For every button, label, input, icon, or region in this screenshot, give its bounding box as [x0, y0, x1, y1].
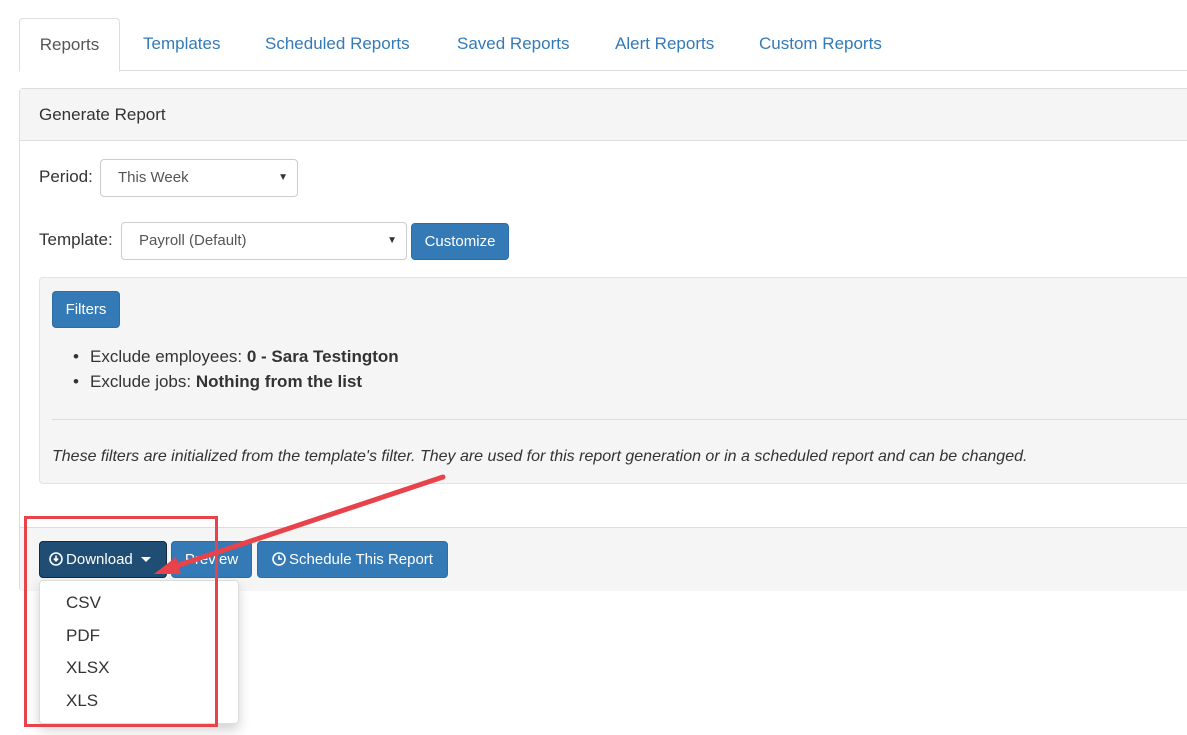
period-select[interactable]: This Week ▼ — [100, 159, 298, 197]
report-tabs: Reports Templates Scheduled Reports Save… — [19, 18, 1187, 72]
preview-button[interactable]: Preview — [171, 541, 252, 578]
menu-item-xlsx[interactable]: XLSX — [40, 652, 238, 684]
caret-down-icon — [140, 557, 151, 562]
clock-icon — [272, 544, 286, 579]
filter-prefix: Exclude employees: — [90, 347, 243, 366]
template-label: Template: — [39, 230, 113, 249]
filter-prefix: Exclude jobs: — [90, 372, 192, 391]
period-label: Period: — [39, 167, 93, 186]
schedule-label: Schedule This Report — [289, 551, 433, 568]
template-select-value: Payroll (Default) — [139, 232, 247, 249]
filters-note: These filters are initialized from the t… — [52, 448, 1028, 465]
list-item: Exclude employees: 0 - Sara Testington — [73, 344, 399, 369]
list-item: Exclude jobs: Nothing from the list — [73, 369, 399, 394]
divider — [52, 419, 1187, 420]
filters-well: Filters Exclude employees: 0 - Sara Test… — [39, 277, 1187, 484]
filter-value: 0 - Sara Testington — [246, 347, 399, 366]
menu-item-pdf[interactable]: PDF — [40, 620, 238, 652]
generate-report-panel: Generate Report Period: This Week ▼ Temp… — [19, 88, 1187, 591]
period-select-value: This Week — [118, 169, 189, 186]
filter-list: Exclude employees: 0 - Sara Testington E… — [73, 344, 399, 394]
download-dropdown-menu: CSV PDF XLSX XLS — [39, 580, 239, 724]
download-button[interactable]: Download — [39, 541, 167, 578]
download-circle-icon — [49, 544, 63, 579]
panel-heading: Generate Report — [20, 89, 1187, 141]
template-select[interactable]: Payroll (Default) ▼ — [121, 222, 407, 260]
schedule-report-button[interactable]: Schedule This Report — [257, 541, 448, 578]
filter-value: Nothing from the list — [195, 372, 363, 391]
tab-custom-reports[interactable]: Custom Reports — [759, 18, 882, 71]
menu-item-csv[interactable]: CSV — [40, 587, 238, 619]
tab-reports[interactable]: Reports — [19, 18, 120, 72]
select-caret-icon: ▼ — [278, 172, 288, 183]
tab-templates[interactable]: Templates — [143, 18, 220, 71]
tab-saved-reports[interactable]: Saved Reports — [457, 18, 569, 71]
menu-item-xls[interactable]: XLS — [40, 685, 238, 717]
filters-button[interactable]: Filters — [52, 291, 120, 328]
select-caret-icon: ▼ — [387, 235, 397, 246]
download-label: Download — [66, 551, 133, 568]
tab-alert-reports[interactable]: Alert Reports — [615, 18, 714, 71]
customize-button[interactable]: Customize — [411, 223, 509, 260]
tab-scheduled-reports[interactable]: Scheduled Reports — [265, 18, 410, 71]
